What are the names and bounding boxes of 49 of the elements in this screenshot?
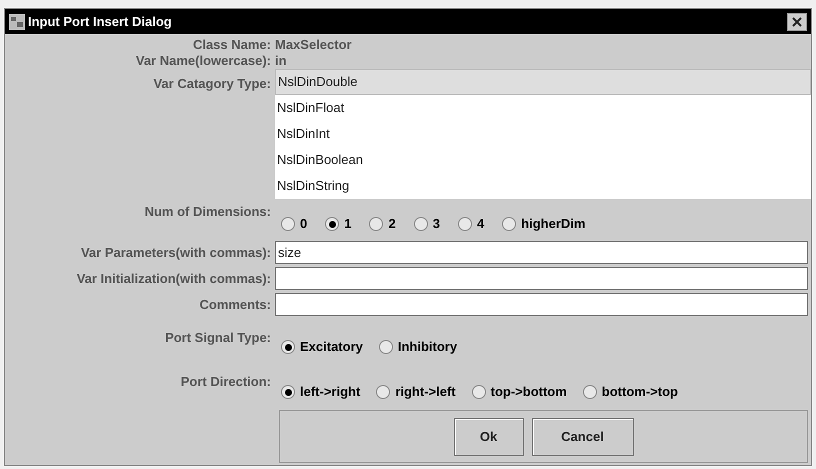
radio-option[interactable]: left->right <box>281 382 360 402</box>
radio-option[interactable]: right->left <box>376 382 456 402</box>
field-label: Class Name: <box>192 36 272 54</box>
list-item[interactable]: NslDinString <box>275 173 811 199</box>
radio-option[interactable]: 0 <box>281 214 308 234</box>
dialog-button[interactable]: Cancel <box>532 418 634 456</box>
list-item[interactable]: NslDinBoolean <box>275 147 811 173</box>
radio-option[interactable]: higherDim <box>502 214 586 234</box>
app-icon <box>9 14 25 30</box>
field-label: Comments: <box>198 296 272 314</box>
field-label: Num of Dimensions: <box>144 203 272 221</box>
radio-button[interactable] <box>472 385 486 399</box>
radio-button[interactable] <box>369 217 384 231</box>
window-title: Input Port Insert Dialog <box>28 12 172 31</box>
list-item[interactable]: NslDinDouble <box>275 69 811 95</box>
radio-button[interactable] <box>414 217 428 231</box>
radio-option[interactable]: bottom->top <box>582 382 678 402</box>
radio-button[interactable] <box>325 217 340 231</box>
radio-button[interactable] <box>281 385 295 399</box>
radio-button[interactable] <box>502 217 516 231</box>
radio-option[interactable]: 2 <box>369 214 396 234</box>
radio-option[interactable]: top->bottom <box>472 382 567 402</box>
radio-option[interactable]: 4 <box>458 214 484 234</box>
close-button[interactable] <box>787 12 807 30</box>
input-field[interactable]: size <box>275 241 808 264</box>
radio-option[interactable]: Inhibitory <box>378 337 458 357</box>
radio-option[interactable]: 3 <box>414 214 440 234</box>
radio-button[interactable] <box>376 385 390 399</box>
list-item[interactable]: NslDinInt <box>275 121 811 147</box>
var-name-value: in <box>275 52 287 70</box>
radio-option[interactable]: Excitatory <box>281 337 363 357</box>
radio-button[interactable] <box>281 340 295 354</box>
field-label: Var Catagory Type: <box>152 75 272 93</box>
class-name-value: MaxSelector <box>275 36 352 54</box>
radio-button[interactable] <box>281 217 295 231</box>
input-field[interactable] <box>275 293 808 316</box>
radio-button[interactable] <box>458 217 472 231</box>
radio-option[interactable]: 1 <box>325 214 352 234</box>
dialog-button[interactable]: Ok <box>454 418 524 456</box>
input-field[interactable] <box>275 267 808 290</box>
field-label: Var Parameters(with commas): <box>80 244 272 262</box>
close-icon <box>792 16 802 26</box>
radio-button[interactable] <box>378 340 393 354</box>
field-label: Port Direction: <box>180 373 272 391</box>
field-label: Var Initialization(with commas): <box>76 270 272 288</box>
radio-button[interactable] <box>582 385 597 399</box>
field-label: Var Name(lowercase): <box>134 52 272 70</box>
field-label: Port Signal Type: <box>164 329 272 347</box>
list-item[interactable]: NslDinFloat <box>275 95 811 121</box>
